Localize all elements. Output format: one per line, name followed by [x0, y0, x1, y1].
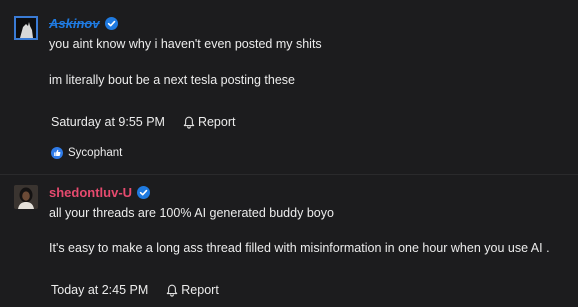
- avatar[interactable]: [14, 185, 38, 209]
- post: Askinov you aint know why i haven't even…: [0, 0, 578, 174]
- avatar-silhouette-icon: [16, 18, 36, 38]
- post-text-line: all your threads are 100% AI generated b…: [49, 206, 334, 220]
- bell-icon: [167, 284, 178, 297]
- like-icon: [51, 147, 63, 159]
- reaction-summary[interactable]: Sycophant: [51, 147, 122, 159]
- username-row: shedontluv-U: [49, 184, 151, 200]
- post-date-link[interactable]: Saturday at 9:55 PM: [51, 115, 165, 129]
- username-row: Askinov: [49, 15, 118, 31]
- reaction-label: Sycophant: [68, 147, 123, 159]
- username-link[interactable]: Askinov: [49, 16, 100, 31]
- verified-badge-icon: [104, 16, 118, 30]
- avatar[interactable]: [14, 16, 38, 40]
- thread: Askinov you aint know why i haven't even…: [0, 0, 578, 307]
- verified-badge-icon: [137, 185, 151, 199]
- report-label: Report: [181, 283, 219, 297]
- post-meta: Saturday at 9:55 PM Report: [51, 115, 235, 129]
- post-meta: Today at 2:45 PM Report: [51, 283, 219, 297]
- post-text-line: you aint know why i haven't even posted …: [49, 37, 322, 51]
- post-text-line: im literally bout be a next tesla postin…: [49, 73, 295, 87]
- bell-icon: [183, 116, 195, 129]
- report-button[interactable]: Report: [166, 283, 219, 297]
- post-text-line: It's easy to make a long ass thread fill…: [49, 241, 550, 255]
- post-date-link[interactable]: Today at 2:45 PM: [51, 283, 148, 297]
- avatar-photo-icon: [14, 185, 38, 209]
- username-link[interactable]: shedontluv-U: [49, 185, 132, 200]
- report-button[interactable]: Report: [183, 115, 236, 129]
- report-label: Report: [197, 115, 236, 129]
- post: shedontluv-U all your threads are 100% A…: [0, 174, 578, 307]
